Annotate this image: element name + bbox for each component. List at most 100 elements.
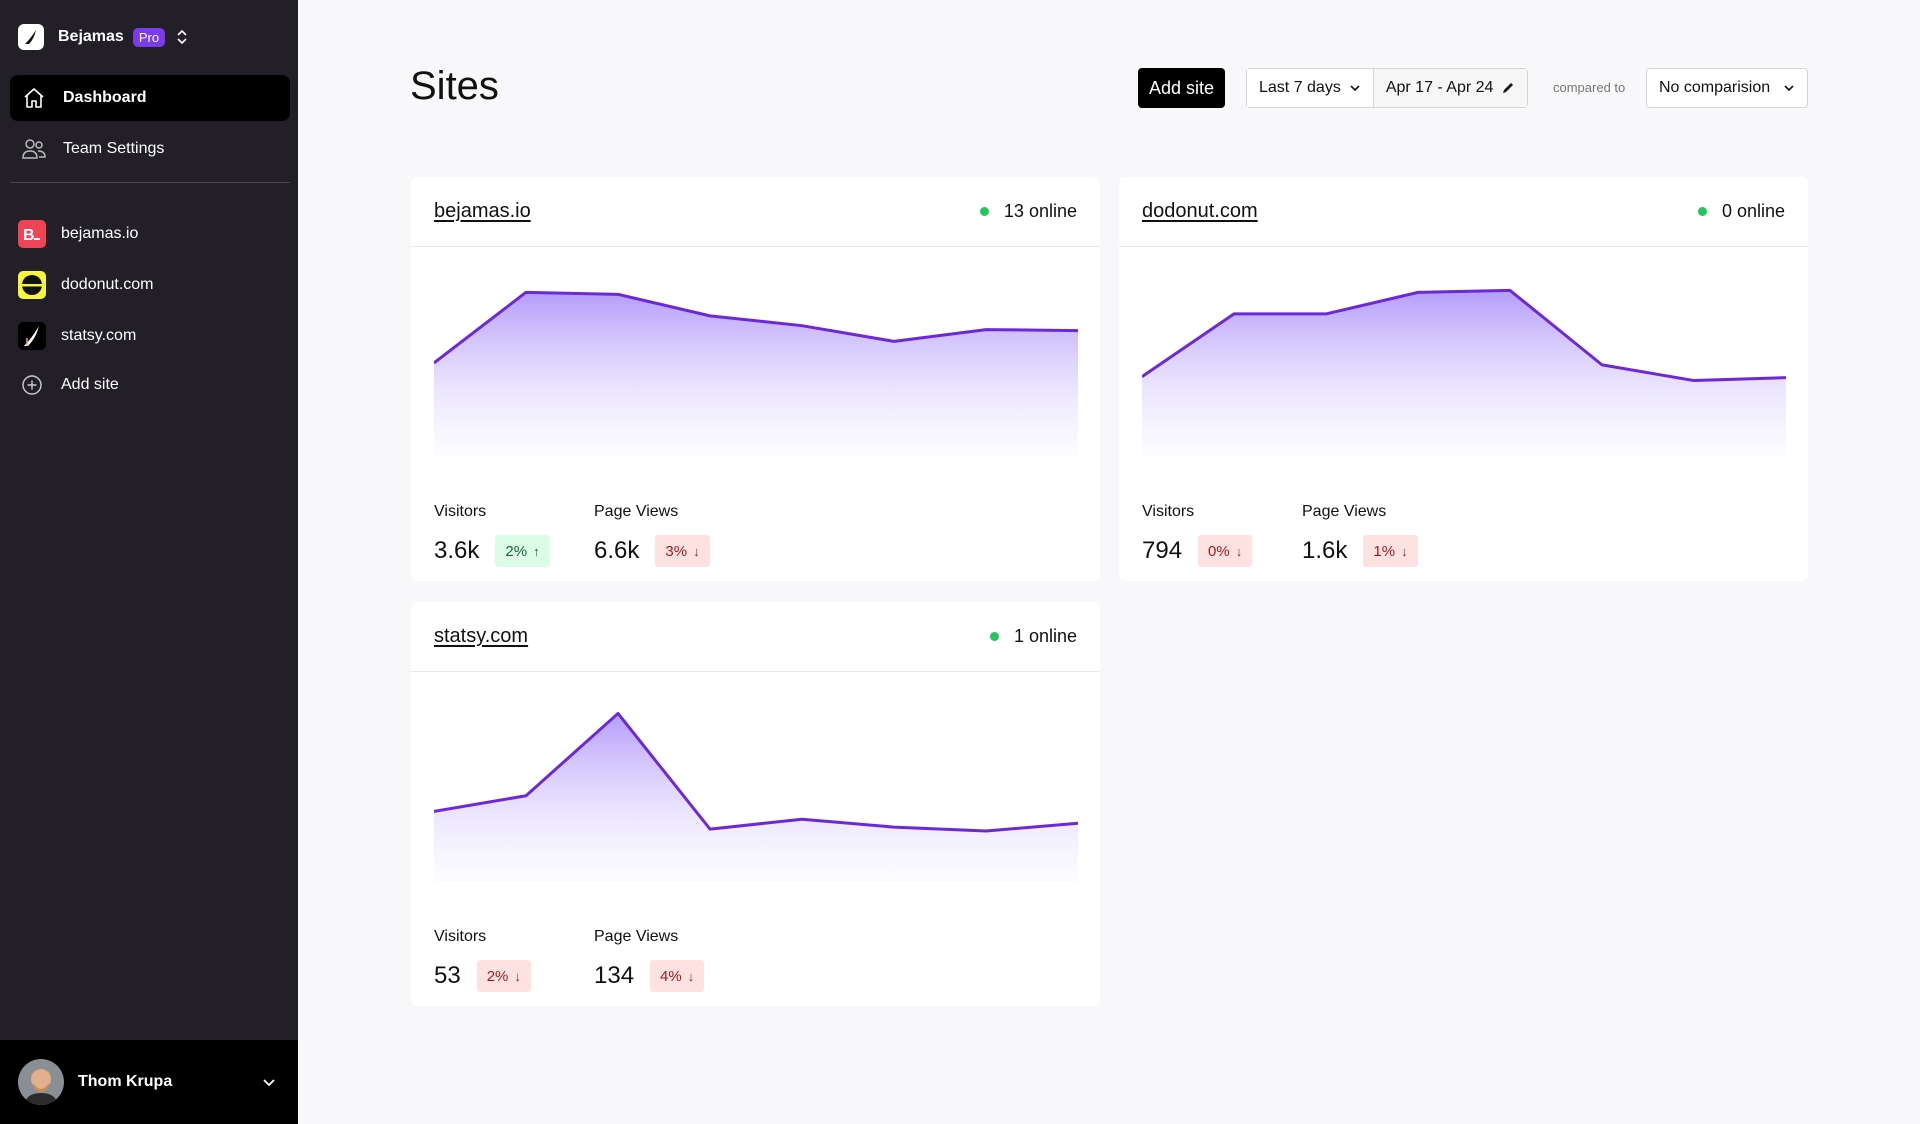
sidebar-site-label: statsy.com: [61, 327, 137, 344]
online-indicator: 0 online: [1697, 201, 1785, 222]
plus-circle-icon: [18, 371, 46, 399]
visitors-stat: Visitors 794 0% ↓: [1142, 503, 1302, 567]
visitors-value: 3.6k: [434, 537, 480, 564]
date-range-label: Apr 17 - Apr 24: [1385, 79, 1494, 96]
users-icon: [20, 135, 48, 163]
range-select[interactable]: Last 7 days: [1247, 69, 1373, 107]
card-stats: Visitors 3.6k 2% ↑ Page Views 6.6k 3% ↓: [434, 503, 754, 567]
chart-point-4: [801, 818, 803, 820]
online-indicator: 13 online: [979, 201, 1077, 222]
visitors-value: 794: [1142, 537, 1183, 564]
page-views-change-badge: 4% ↓: [650, 960, 705, 992]
nav-label: Team Settings: [63, 140, 165, 157]
plan-badge: Pro: [132, 27, 166, 47]
chart-area-fill: [434, 292, 1078, 457]
chart-point-5: [893, 340, 895, 342]
sidebar-divider: [10, 182, 290, 183]
bejamas-favicon-icon: B: [18, 220, 46, 248]
visitors-area-chart: [434, 711, 1078, 882]
svg-text:B: B: [23, 227, 35, 244]
change-value: 4%: [660, 967, 682, 985]
site-link[interactable]: bejamas.io: [434, 200, 531, 223]
sidebar-item-dodonut[interactable]: dodonut.com: [18, 270, 154, 300]
visitors-change-badge: 0% ↓: [1198, 535, 1253, 567]
bejamas-logo-icon: [18, 24, 44, 50]
site-card-dodonut: dodonut.com 0 online Visitors 794 0% ↓ Pag…: [1119, 177, 1808, 581]
chevron-down-icon: [1784, 85, 1794, 92]
add-site-button[interactable]: Add site: [1138, 68, 1226, 108]
page-views-label: Page Views: [594, 503, 679, 520]
add-site-label: Add site: [61, 376, 119, 393]
chevron-down-icon: [263, 1079, 275, 1087]
visitors-label: Visitors: [434, 503, 487, 520]
sidebar-item-bejamas[interactable]: B bejamas.io: [18, 219, 138, 249]
chart-point-2: [617, 293, 619, 295]
change-value: 3%: [665, 542, 688, 560]
online-dot-icon: [1697, 207, 1707, 216]
arrow-down-icon: ↓: [693, 543, 700, 559]
online-dot-icon: [979, 207, 989, 216]
avatar: [18, 1059, 64, 1105]
arrow-down-icon: ↓: [687, 968, 695, 984]
online-count: 1 online: [1013, 626, 1077, 646]
change-value: 0%: [1208, 542, 1230, 560]
chart-point-6: [985, 329, 987, 331]
page-views-label: Page Views: [594, 928, 679, 945]
page-views-value: 134: [594, 962, 635, 989]
comparison-label: No comparision: [1659, 79, 1771, 96]
sidebar-site-label: bejamas.io: [61, 225, 139, 242]
user-name: Thom Krupa: [78, 1073, 173, 1090]
online-dot-icon: [989, 632, 999, 641]
chart-point-5: [893, 826, 895, 828]
sidebar-add-site[interactable]: Add site: [18, 370, 119, 400]
chart-point-3: [709, 828, 711, 830]
range-label: Last 7 days: [1259, 79, 1341, 96]
card-header: bejamas.io 13 online: [411, 177, 1100, 247]
change-value: 2%: [505, 542, 528, 560]
site-card-bejamas: bejamas.io 13 online Visitors 3.6k 2% ↑ Pa…: [411, 177, 1100, 581]
page-views-label: Page Views: [1302, 503, 1387, 520]
page-views-value: 6.6k: [594, 537, 640, 564]
online-count: 0 online: [1721, 201, 1785, 221]
chart-point-1: [525, 291, 527, 293]
team-switcher[interactable]: Bejamas Pro: [18, 22, 189, 52]
page-views-change-badge: 1% ↓: [1363, 535, 1418, 567]
chart-point-6: [985, 830, 987, 832]
user-profile-menu[interactable]: Thom Krupa: [0, 1040, 298, 1124]
visitors-area-chart: [1142, 288, 1786, 457]
online-count: 13 online: [1003, 201, 1077, 221]
chart-point-5: [1601, 364, 1603, 366]
card-header: statsy.com 1 online: [411, 602, 1100, 672]
arrow-down-icon: ↓: [514, 968, 521, 984]
chart-point-4: [1509, 289, 1511, 291]
visitors-label: Visitors: [1142, 503, 1195, 520]
arrow-up-icon: ↑: [533, 543, 540, 559]
team-name: Bejamas: [58, 28, 124, 45]
chevron-up-down-icon: [177, 29, 187, 45]
sidebar-site-label: dodonut.com: [61, 276, 154, 293]
chart-point-3: [709, 315, 711, 317]
visitors-area-chart: [434, 290, 1078, 457]
home-icon: [20, 84, 48, 112]
online-indicator: 1 online: [989, 626, 1077, 647]
change-value: 2%: [486, 967, 509, 985]
nav-dashboard[interactable]: Dashboard: [10, 75, 290, 121]
nav-team-settings[interactable]: Team Settings: [10, 126, 290, 172]
comparison-select[interactable]: No comparision: [1646, 68, 1808, 108]
card-stats: Visitors 53 2% ↓ Page Views 134 4% ↓: [434, 928, 754, 992]
nav-label: Dashboard: [63, 89, 147, 106]
date-range-button[interactable]: Apr 17 - Apr 24: [1372, 69, 1528, 107]
page-views-stat: Page Views 6.6k 3% ↓: [594, 503, 754, 567]
chart-area-fill: [434, 713, 1078, 882]
site-link[interactable]: dodonut.com: [1142, 200, 1258, 223]
arrow-down-icon: ↓: [1401, 543, 1408, 559]
sidebar-item-statsy[interactable]: statsy.com: [18, 321, 136, 351]
page-title: Sites: [410, 64, 499, 108]
page-views-stat: Page Views 1.6k 1% ↓: [1302, 503, 1462, 567]
chart-point-6: [1693, 380, 1695, 382]
chart-point-2: [1325, 313, 1327, 315]
page-views-value: 1.6k: [1302, 537, 1348, 564]
chart-point-4: [801, 325, 803, 327]
site-link[interactable]: statsy.com: [434, 625, 528, 648]
date-range-group: Last 7 days Apr 17 - Apr 24: [1246, 68, 1529, 108]
